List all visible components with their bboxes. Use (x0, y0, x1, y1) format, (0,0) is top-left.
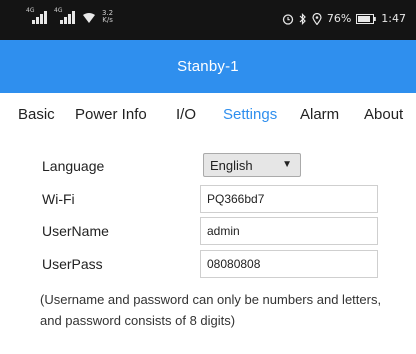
tab-power-info[interactable]: Power Info (75, 106, 147, 123)
app-bar: Stanby-1 (0, 40, 416, 93)
tab-alarm[interactable]: Alarm (300, 106, 339, 123)
language-select[interactable]: English ▼ (203, 153, 301, 177)
dropdown-arrow-icon: ▼ (282, 159, 292, 170)
username-field[interactable] (200, 217, 378, 245)
wifi-label: Wi-Fi (42, 191, 75, 207)
wifi-icon (83, 13, 95, 23)
status-left-group: 4G 4G 3.2 K/s (26, 7, 113, 24)
tab-bar: Basic Power Info I/O Settings Alarm Abou… (0, 93, 416, 140)
status-right-group: 76% 1:47 (282, 12, 406, 25)
userpass-label: UserPass (42, 256, 103, 272)
alarm-icon (282, 13, 293, 25)
wifi-field[interactable] (200, 185, 378, 213)
tab-basic[interactable]: Basic (18, 106, 55, 123)
userpass-field[interactable] (200, 250, 378, 278)
status-bar: 4G 4G 3.2 K/s 76% 1:47 (0, 0, 416, 40)
battery-percent: 76% (326, 12, 352, 25)
signal-icon: 4G (26, 7, 48, 24)
page-title: Stanby-1 (177, 58, 239, 75)
credentials-note: (Username and password can only be numbe… (40, 292, 382, 328)
language-selected-value: English (210, 158, 253, 173)
bluetooth-icon (299, 12, 306, 25)
battery-icon (356, 13, 377, 24)
tab-settings[interactable]: Settings (223, 106, 277, 123)
clock: 1:47 (381, 12, 406, 25)
username-label: UserName (42, 223, 109, 239)
tab-about[interactable]: About (364, 106, 403, 123)
location-icon (312, 12, 322, 25)
signal-icon: 4G (54, 7, 76, 24)
tab-io[interactable]: I/O (176, 106, 196, 123)
network-speed: 3.2 K/s (102, 10, 113, 24)
language-label: Language (42, 158, 105, 174)
network-speed-unit: K/s (102, 16, 113, 24)
